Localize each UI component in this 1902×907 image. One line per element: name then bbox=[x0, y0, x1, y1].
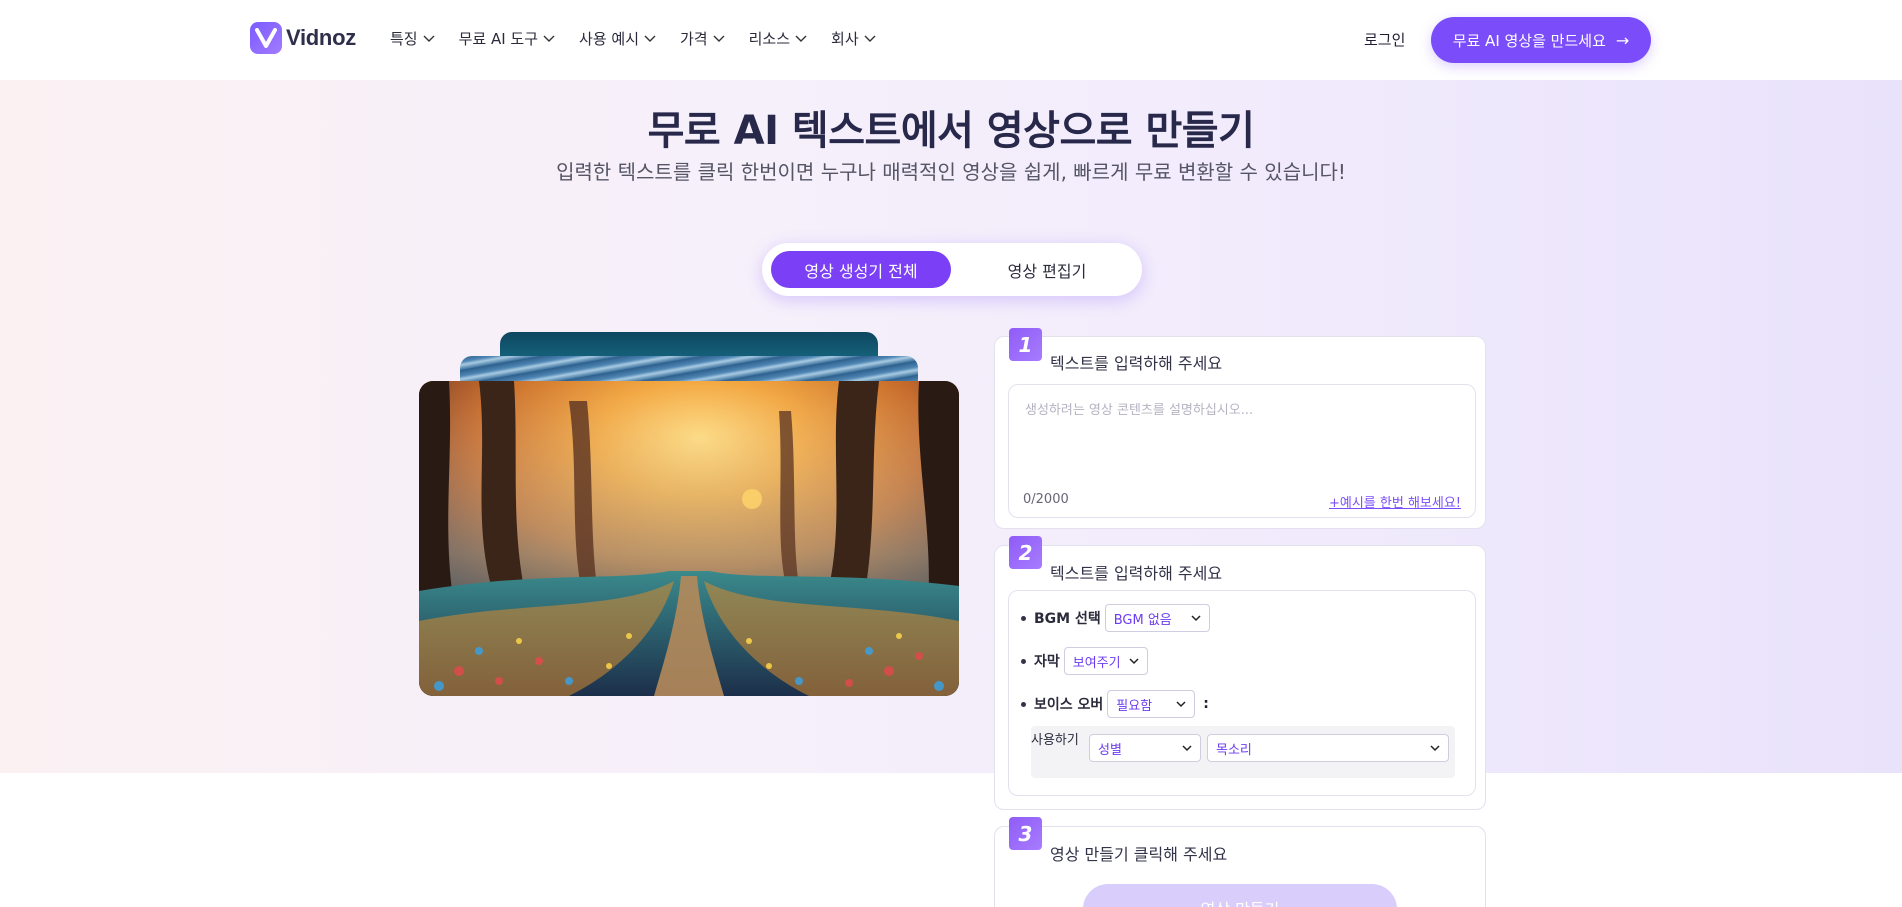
subtitle-select-value: 보여주기 bbox=[1072, 655, 1121, 671]
chevron-down-icon bbox=[1176, 700, 1186, 707]
preview-image-forest bbox=[419, 381, 959, 696]
chevron-down-icon bbox=[1182, 744, 1192, 751]
nav-label: 무료 AI 도구 bbox=[458, 30, 539, 48]
colon: : bbox=[1203, 696, 1209, 712]
bgm-option: BGM 선택 BGM 없음 bbox=[1021, 604, 1210, 632]
step2-title: 텍스트를 입력하해 주세요 bbox=[1050, 564, 1223, 583]
tab-video-generator[interactable]: 영상 생성기 전체 bbox=[771, 251, 951, 288]
gender-select-value: 성별 bbox=[1098, 742, 1122, 758]
bgm-select[interactable]: BGM 없음 bbox=[1104, 604, 1210, 632]
bgm-select-value: BGM 없음 bbox=[1113, 612, 1172, 628]
chevron-down-icon bbox=[543, 35, 555, 42]
chevron-down-icon bbox=[1129, 657, 1139, 664]
step2-badge: 2 bbox=[1009, 536, 1042, 569]
nav-item-pricing[interactable]: 가격 bbox=[680, 28, 725, 49]
arrow-right-icon: → bbox=[1615, 30, 1630, 50]
step1-badge: 1 bbox=[1009, 328, 1042, 361]
bullet bbox=[1021, 701, 1026, 707]
voice-settings-row: 사용하기 성별 목소리 bbox=[1031, 726, 1455, 778]
try-example-link[interactable]: +예시를 한번 해보세요! bbox=[1329, 492, 1461, 511]
nav-label: 회사 bbox=[831, 30, 859, 48]
prompt-textarea[interactable]: 생성하려는 영상 콘텐츠를 설명하십시오... 0/2000 +예시를 한번 해… bbox=[1008, 384, 1476, 518]
chevron-down-icon bbox=[795, 35, 807, 42]
site-header: Vidnoz 특징 무료 AI 도구 사용 예시 가격 리소스 회사 로그인 무… bbox=[0, 0, 1902, 80]
voice-select[interactable]: 목소리 bbox=[1207, 734, 1449, 762]
nav-label: 특징 bbox=[390, 30, 418, 48]
bullet bbox=[1021, 658, 1026, 664]
nav-label: 리소스 bbox=[748, 30, 791, 48]
voice-select-value: 목소리 bbox=[1216, 742, 1252, 758]
bgm-label: BGM 선택 bbox=[1034, 611, 1101, 627]
voiceover-option: 보이스 오버 필요함 : bbox=[1021, 690, 1209, 718]
voiceover-label: 보이스 오버 bbox=[1034, 697, 1104, 713]
create-video-button[interactable]: 영상 만들기 bbox=[1083, 884, 1397, 907]
cta-label: 무료 AI 영상을 만드세요 bbox=[1452, 31, 1606, 50]
chevron-down-icon bbox=[864, 35, 876, 42]
video-options: BGM 선택 BGM 없음 자막 보여주기 보이스 오버 필요함 : 사용하기 … bbox=[1008, 590, 1476, 796]
step1-title: 텍스트를 입력하해 주세요 bbox=[1050, 354, 1223, 373]
main-nav: 특징 무료 AI 도구 사용 예시 가격 리소스 회사 bbox=[390, 28, 900, 49]
create-free-video-button[interactable]: 무료 AI 영상을 만드세요 → bbox=[1431, 17, 1651, 63]
tab-video-editor[interactable]: 영상 편집기 bbox=[957, 251, 1137, 288]
logo[interactable]: Vidnoz bbox=[250, 22, 356, 54]
voiceover-select-value: 필요함 bbox=[1116, 698, 1153, 714]
logo-text: Vidnoz bbox=[286, 25, 356, 50]
subtitle-select[interactable]: 보여주기 bbox=[1063, 647, 1148, 675]
chevron-down-icon bbox=[713, 35, 725, 42]
prompt-placeholder: 생성하려는 영상 콘텐츠를 설명하십시오... bbox=[1025, 403, 1254, 418]
nav-item-use-cases[interactable]: 사용 예시 bbox=[579, 28, 656, 49]
logo-v-icon bbox=[250, 22, 282, 54]
chevron-down-icon bbox=[1430, 744, 1440, 751]
voiceover-select[interactable]: 필요함 bbox=[1107, 690, 1196, 718]
login-link[interactable]: 로그인 bbox=[1364, 29, 1405, 50]
nav-item-features[interactable]: 특징 bbox=[390, 28, 435, 49]
nav-item-ai-tools[interactable]: 무료 AI 도구 bbox=[459, 28, 555, 49]
step3-title: 영상 만들기 클릭해 주세요 bbox=[1050, 845, 1228, 864]
subtitle-option: 자막 보여주기 bbox=[1021, 647, 1148, 675]
gender-select[interactable]: 성별 bbox=[1089, 734, 1201, 762]
nav-label: 사용 예시 bbox=[579, 30, 639, 48]
step3-badge: 3 bbox=[1009, 817, 1042, 850]
page-subtitle: 입력한 텍스트를 클릭 한번이면 누구나 매력적인 영상을 쉽게, 빠르게 무료… bbox=[556, 160, 1346, 184]
nav-label: 가격 bbox=[680, 30, 708, 48]
nav-item-resources[interactable]: 리소스 bbox=[749, 28, 807, 49]
chevron-down-icon bbox=[423, 35, 435, 42]
char-counter: 0/2000 bbox=[1023, 492, 1069, 507]
use-label: 사용하기 bbox=[1031, 733, 1079, 748]
chevron-down-icon bbox=[1191, 614, 1201, 621]
subtitle-label: 자막 bbox=[1034, 654, 1060, 670]
chevron-down-icon bbox=[644, 35, 656, 42]
nav-item-company[interactable]: 회사 bbox=[831, 28, 876, 49]
page-title: 무로 AI 텍스트에서 영상으로 만들기 bbox=[647, 108, 1255, 154]
bullet bbox=[1021, 615, 1026, 621]
mode-tabs: 영상 생성기 전체 영상 편집기 bbox=[762, 243, 1142, 296]
